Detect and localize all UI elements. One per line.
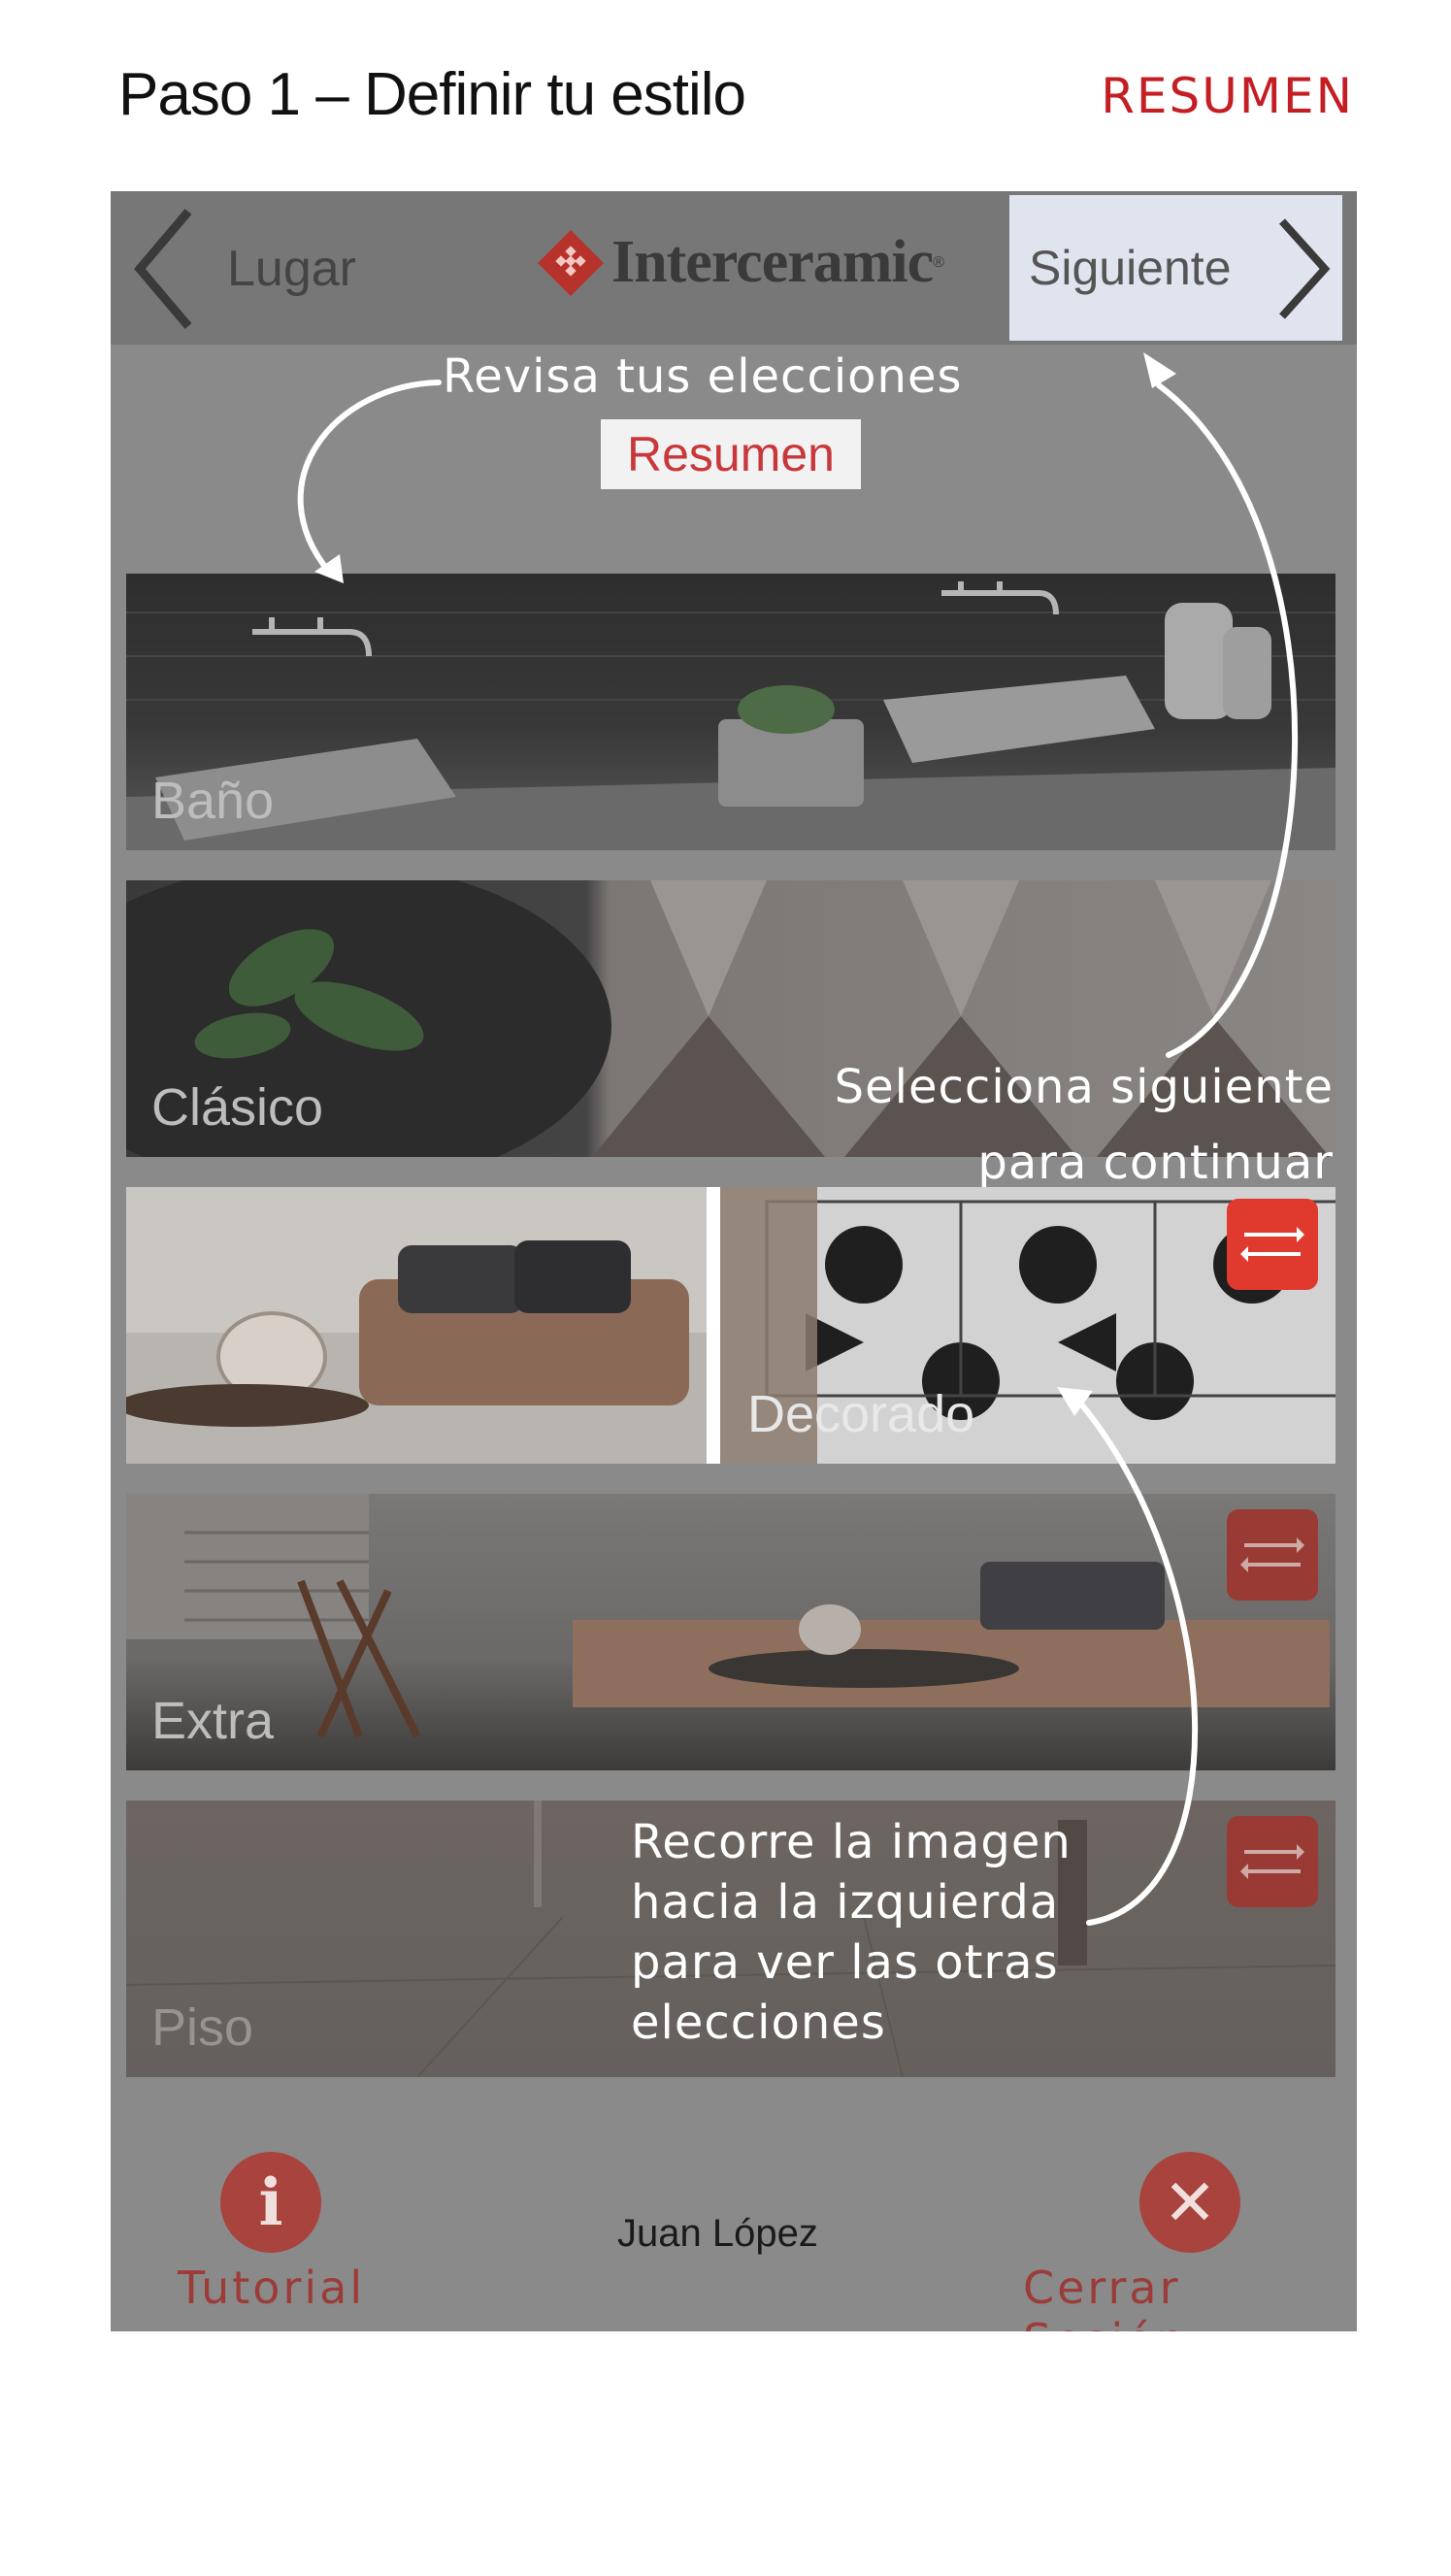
arrowhead-next — [1143, 352, 1176, 388]
logo-registered-mark: ® — [933, 253, 944, 271]
logout-label[interactable]: Cerrar Sesión — [1023, 2262, 1357, 2331]
swap-arrows-icon — [1240, 1537, 1304, 1572]
chevron-left-icon — [134, 209, 192, 329]
user-name: Juan López — [617, 2212, 818, 2255]
tile-label: Extra — [151, 1692, 275, 1750]
annotation-next-line1: Selecciona siguiente — [834, 1060, 1334, 1114]
annotation-swipe-line4: elecciones — [631, 1996, 886, 2050]
tutorial-label[interactable]: Tutorial — [178, 2262, 365, 2314]
bottom-bar: i Tutorial Juan López ✕ Cerrar Sesión — [111, 2152, 1357, 2331]
back-button[interactable]: Lugar — [130, 201, 421, 337]
annotation-swipe-line1: Recorre la imagen — [631, 1815, 1072, 1869]
chevron-right-icon — [1279, 218, 1331, 319]
swap-arrows-icon — [1240, 1227, 1304, 1262]
arrow-to-tiles — [297, 380, 442, 575]
swap-button[interactable] — [1227, 1816, 1318, 1907]
annotation-swipe-line2: hacia la izquierda — [631, 1875, 1060, 1930]
tile-label: Baño — [151, 772, 275, 830]
navbar: Lugar Interceramic ® Siguiente — [111, 191, 1357, 345]
annotation-review: Revisa tus elecciones — [443, 349, 963, 404]
swap-arrows-icon — [1240, 1844, 1304, 1879]
tile-extra[interactable]: Extra — [126, 1494, 1336, 1770]
swap-button[interactable] — [1227, 1199, 1318, 1290]
back-label: Lugar — [227, 241, 356, 297]
annotation-next: Selecciona siguiente para continuar — [813, 1057, 1334, 1193]
summary-button[interactable]: Resumen — [601, 419, 861, 489]
app-screen: Lugar Interceramic ® Siguiente Revisa tu… — [111, 191, 1357, 2331]
page-title: Paso 1 – Definir tu estilo — [118, 61, 746, 128]
resumen-link[interactable]: RESUMEN — [1101, 68, 1354, 124]
logo-text: Interceramic — [611, 229, 934, 295]
tile-bano[interactable]: Baño — [126, 574, 1336, 850]
living-room-photo — [126, 1494, 1330, 1738]
next-label: Siguiente — [1029, 241, 1232, 295]
logout-button[interactable]: ✕ — [1139, 2152, 1240, 2253]
tile-label: Piso — [151, 1998, 254, 2057]
info-icon: i — [258, 2164, 283, 2240]
tutorial-button[interactable]: i — [220, 2152, 321, 2253]
annotation-swipe: Recorre la imagen hacia la izquierda par… — [631, 1812, 1072, 2053]
annotation-next-line2: para continuar — [977, 1136, 1334, 1190]
tile-label: Clásico — [151, 1078, 324, 1137]
next-button[interactable]: Siguiente — [1009, 195, 1342, 341]
annotation-swipe-line3: para ver las otras — [631, 1935, 1059, 1990]
bathroom-photo — [126, 581, 1336, 850]
tile-label: Decorado — [747, 1385, 975, 1443]
decorated-tile-photo — [126, 1187, 1336, 1464]
close-icon: ✕ — [1163, 2164, 1217, 2240]
interceramic-logo: Interceramic ® — [538, 228, 944, 297]
swap-button[interactable] — [1227, 1509, 1318, 1601]
logo-mark-icon — [538, 229, 604, 296]
tile-decorado[interactable]: Decorado — [126, 1187, 1336, 1464]
